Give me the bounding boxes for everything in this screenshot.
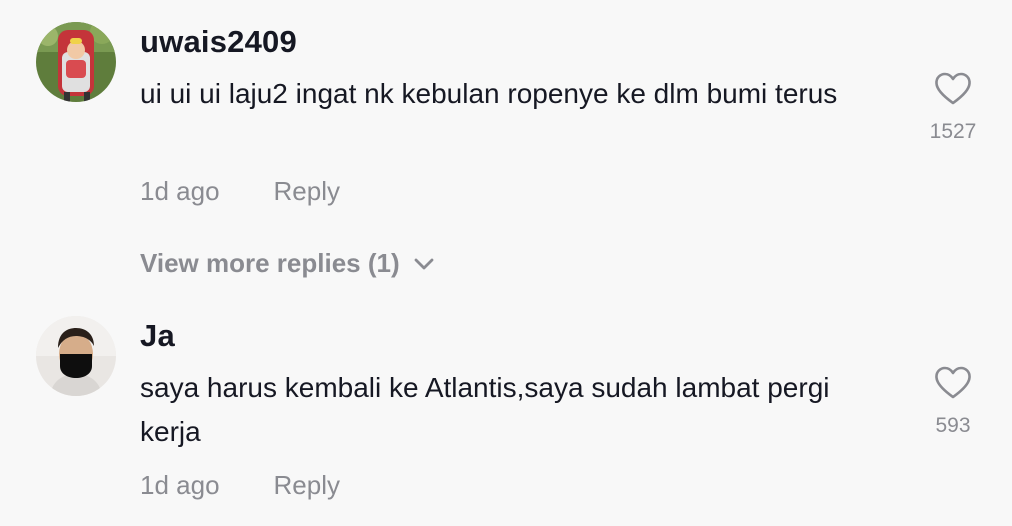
chevron-down-icon xyxy=(414,258,434,269)
comment-text: saya harus kembali ke Atlantis,saya suda… xyxy=(140,372,830,447)
baby-avatar-image xyxy=(36,22,116,102)
like-count: 1527 xyxy=(929,120,977,143)
comment-item: Ja saya harus kembali ke Atlantis,saya s… xyxy=(0,300,1012,526)
view-more-replies-label: View more replies (1) xyxy=(140,248,400,278)
view-more-replies-button[interactable]: View more replies (1) xyxy=(140,248,434,279)
comment-item: uwais2409 ui ui ui laju2 ingat nk kebula… xyxy=(0,0,1012,240)
comment-username[interactable]: uwais2409 xyxy=(140,24,297,60)
heart-icon[interactable] xyxy=(934,72,972,106)
comment-text: ui ui ui laju2 ingat nk kebulan ropenye … xyxy=(140,78,838,109)
reply-button[interactable]: Reply xyxy=(274,470,340,500)
man-avatar-image xyxy=(36,316,116,396)
comment-username[interactable]: Ja xyxy=(140,318,175,354)
avatar[interactable] xyxy=(36,316,116,396)
heart-icon[interactable] xyxy=(934,366,972,400)
comment-meta: 1d ago Reply xyxy=(140,470,340,501)
reply-button[interactable]: Reply xyxy=(274,176,340,206)
like-control: 1527 xyxy=(920,72,986,144)
comment-meta: 1d ago Reply xyxy=(140,176,340,207)
like-count: 593 xyxy=(935,414,971,437)
comment-timestamp: 1d ago xyxy=(140,470,220,500)
like-control: 593 xyxy=(920,366,986,438)
comment-timestamp: 1d ago xyxy=(140,176,220,206)
avatar[interactable] xyxy=(36,22,116,102)
